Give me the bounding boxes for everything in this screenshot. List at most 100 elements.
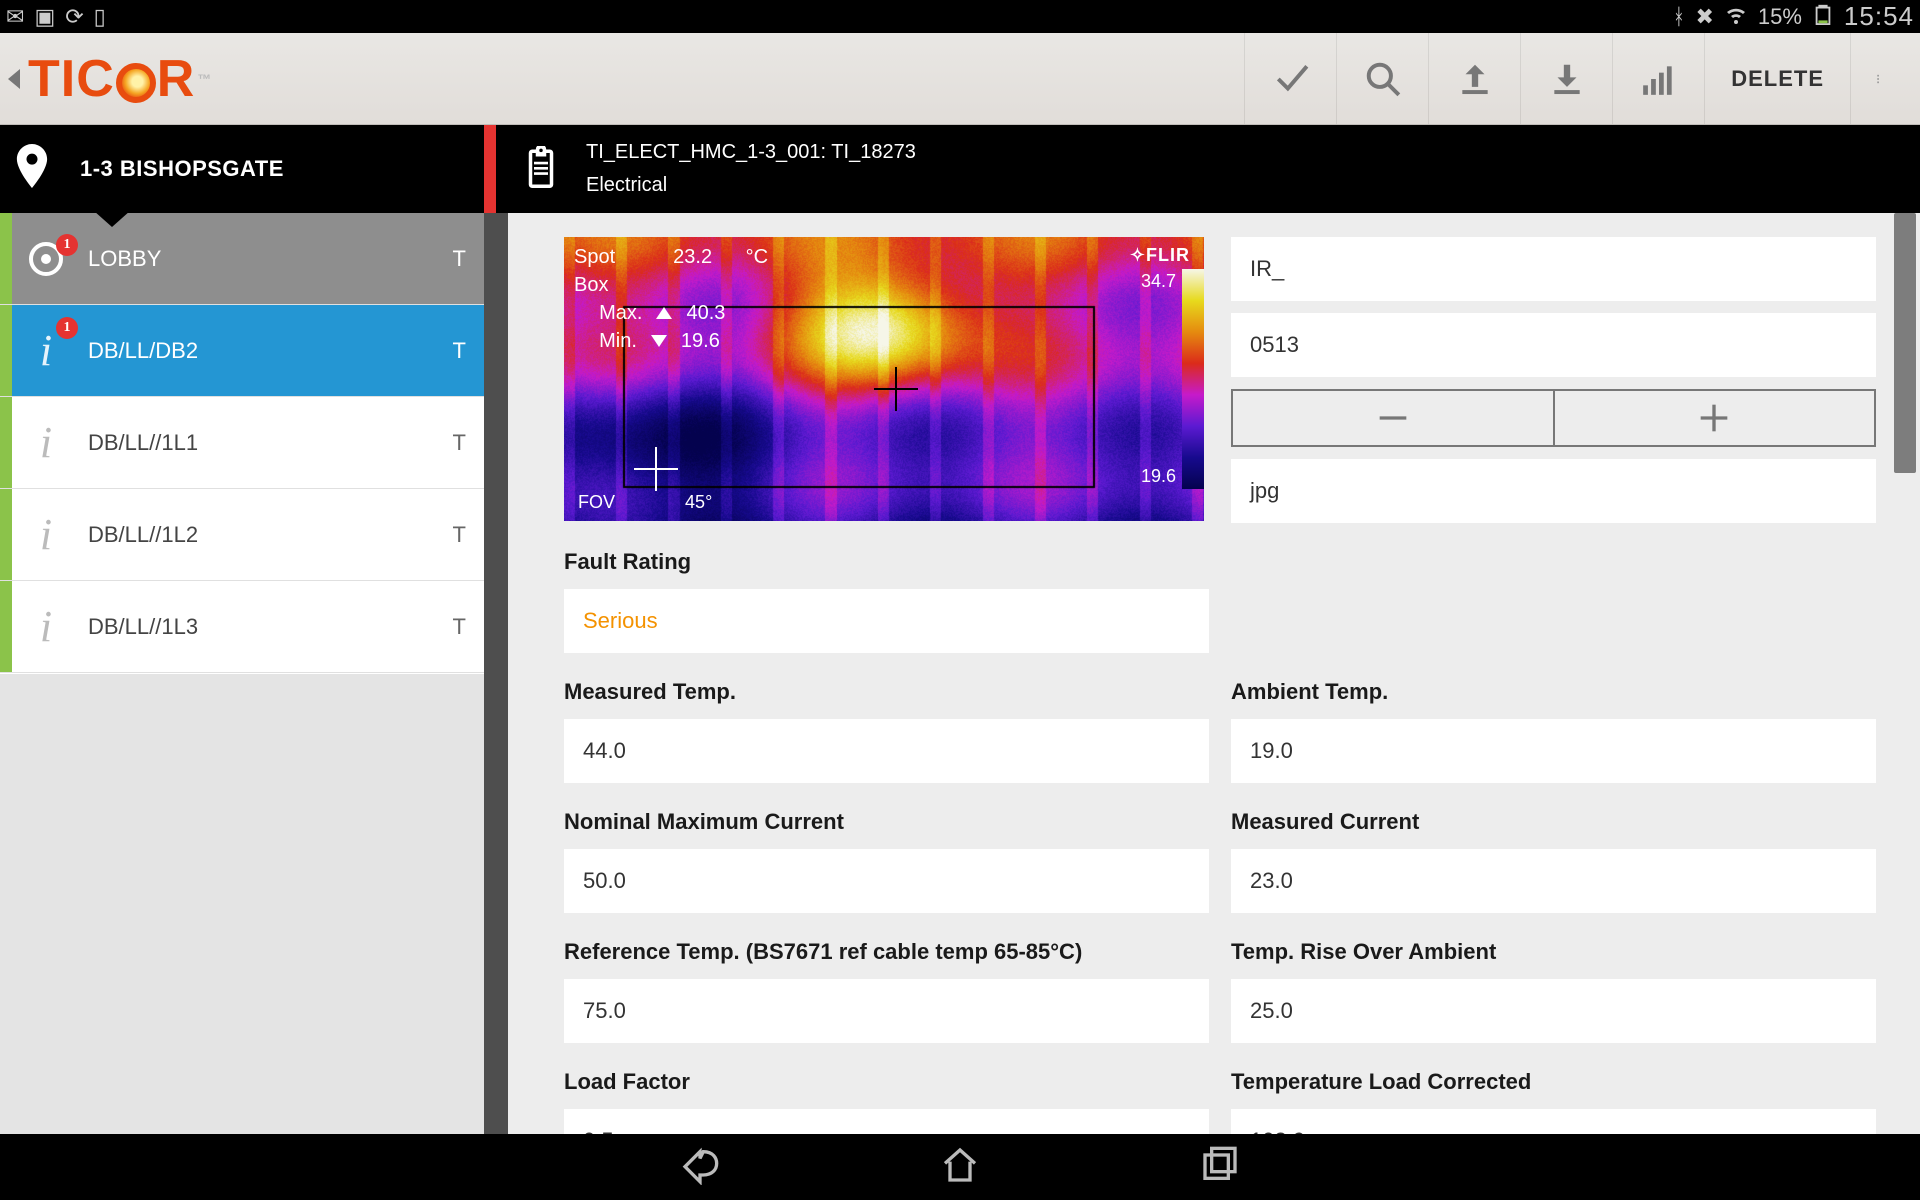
badge: 1 (56, 317, 78, 339)
stripe (0, 397, 12, 488)
info-icon: i (12, 601, 80, 652)
sidebar-tag: T (453, 338, 466, 364)
sidebar-item-label: LOBBY (80, 246, 453, 272)
thermal-image[interactable]: Spot23.2 °C Box Max.40.3 Min.19.6 ✧FLIR … (564, 237, 1204, 521)
sidebar-item-label: DB/LL/DB2 (80, 338, 453, 364)
nav-home-button[interactable] (940, 1145, 980, 1190)
prefix-input[interactable]: IR_ (1231, 237, 1876, 301)
device-icon: ▯ (94, 4, 106, 30)
battery-icon (1812, 1, 1834, 33)
signal-button[interactable] (1612, 33, 1704, 124)
battery-percent: 15% (1758, 4, 1802, 30)
sidebar-item-1l1[interactable]: i DB/LL//1L1 T (0, 397, 484, 489)
record-subtitle: Electrical (586, 174, 916, 197)
delete-button[interactable]: DELETE (1704, 33, 1850, 124)
ext-input[interactable]: jpg (1231, 459, 1876, 523)
brand-o-icon (116, 63, 156, 103)
nav-back-button[interactable] (680, 1145, 720, 1190)
fault-rating-value[interactable]: Serious (564, 589, 1209, 653)
vibrate-icon: ✖ (1695, 4, 1713, 30)
stripe (0, 213, 12, 304)
scale-high: 34.7 (1141, 271, 1176, 292)
android-nav-bar (0, 1134, 1920, 1200)
scrollbar[interactable] (1894, 213, 1916, 473)
app-action-bar: TIC R ™ DELETE (0, 33, 1920, 125)
sidebar-spacer (0, 674, 484, 1135)
stripe (0, 581, 12, 672)
load-factor-label: Load Factor (564, 1069, 1209, 1095)
sidebar-tag: T (453, 430, 466, 456)
nominal-max-current-input[interactable]: 50.0 (564, 849, 1209, 913)
sidebar: 1-3 BISHOPSGATE 1 LOBBY T i 1 DB/LL/DB2 (0, 125, 484, 1134)
email-icon: ✉ (6, 4, 24, 30)
measured-current-input[interactable]: 23.0 (1231, 849, 1876, 913)
location-pin-icon (14, 144, 50, 194)
sidebar-item-label: DB/LL//1L3 (80, 614, 453, 640)
info-icon: i 1 (12, 325, 80, 376)
stripe (0, 489, 12, 580)
stripe (0, 305, 12, 396)
upload-button[interactable] (1428, 33, 1520, 124)
load-factor-input[interactable]: 0.5 (564, 1109, 1209, 1134)
info-icon: i (12, 509, 80, 560)
location-caret-icon (94, 211, 130, 227)
search-button[interactable] (1336, 33, 1428, 124)
sidebar-item-label: DB/LL//1L1 (80, 430, 453, 456)
stepper (1231, 389, 1876, 447)
sidebar-tag: T (453, 246, 466, 272)
serial-input[interactable]: 0513 (1231, 313, 1876, 377)
fov-label: FOV 45° (578, 492, 712, 513)
scale-low: 19.6 (1141, 466, 1176, 487)
measured-temp-label: Measured Temp. (564, 679, 1209, 705)
confirm-button[interactable] (1244, 33, 1336, 124)
temp-load-corrected-input[interactable]: 103.9 (1231, 1109, 1876, 1134)
download-button[interactable] (1520, 33, 1612, 124)
plus-button[interactable] (1555, 391, 1875, 445)
sidebar-item-db2[interactable]: i 1 DB/LL/DB2 T (0, 305, 484, 397)
fault-rating-label: Fault Rating (564, 549, 1209, 575)
clipboard-icon (520, 146, 562, 193)
record-title: TI_ELECT_HMC_1-3_001: TI_18273 (586, 141, 916, 164)
main-area: 1-3 BISHOPSGATE 1 LOBBY T i 1 DB/LL/DB2 (0, 125, 1920, 1134)
temp-load-corrected-label: Temperature Load Corrected (1231, 1069, 1876, 1095)
minus-button[interactable] (1233, 391, 1555, 445)
ambient-temp-label: Ambient Temp. (1231, 679, 1876, 705)
back-chevron-icon[interactable] (8, 69, 20, 89)
sync-icon: ⟳ (65, 4, 83, 30)
brand-logo[interactable]: TIC R ™ (28, 49, 212, 109)
temp-rise-label: Temp. Rise Over Ambient (1231, 939, 1876, 965)
sidebar-item-1l2[interactable]: i DB/LL//1L2 T (0, 489, 484, 581)
location-header[interactable]: 1-3 BISHOPSGATE (0, 125, 484, 213)
red-edge (484, 125, 496, 213)
nominal-max-current-label: Nominal Maximum Current (564, 809, 1209, 835)
temp-rise-input[interactable]: 25.0 (1231, 979, 1876, 1043)
sidebar-item-lobby[interactable]: 1 LOBBY T (0, 213, 484, 305)
thermal-scale (1182, 269, 1204, 489)
nav-recent-button[interactable] (1200, 1145, 1240, 1190)
measured-current-label: Measured Current (1231, 809, 1876, 835)
sidebar-tag: T (453, 614, 466, 640)
form-scroll-area[interactable]: Spot23.2 °C Box Max.40.3 Min.19.6 ✧FLIR … (484, 213, 1920, 1134)
content-header: TI_ELECT_HMC_1-3_001: TI_18273 Electrica… (484, 125, 1920, 213)
location-name: 1-3 BISHOPSGATE (80, 156, 284, 182)
target-icon: 1 (12, 242, 80, 276)
info-icon: i (12, 417, 80, 468)
reference-temp-input[interactable]: 75.0 (564, 979, 1209, 1043)
sidebar-item-1l3[interactable]: i DB/LL//1L3 T (0, 581, 484, 673)
sidebar-item-label: DB/LL//1L2 (80, 522, 453, 548)
clock-time: 15:54 (1844, 1, 1914, 32)
reference-temp-label: Reference Temp. (BS7671 ref cable temp 6… (564, 939, 1209, 965)
sidebar-tag: T (453, 522, 466, 548)
content-panel: TI_ELECT_HMC_1-3_001: TI_18273 Electrica… (484, 125, 1920, 1134)
android-status-bar: ✉ ▣ ⟳ ▯ ᚼ ✖ 15% 15:54 (0, 0, 1920, 33)
flir-logo: ✧FLIR (1130, 245, 1190, 266)
bluetooth-icon: ᚼ (1672, 4, 1685, 30)
image-icon: ▣ (34, 4, 55, 30)
sidebar-list: 1 LOBBY T i 1 DB/LL/DB2 T i DB/LL//1L1 T (0, 213, 484, 674)
badge: 1 (56, 234, 78, 256)
wifi-icon (1724, 2, 1748, 32)
overflow-menu-button[interactable] (1850, 33, 1910, 124)
measured-temp-input[interactable]: 44.0 (564, 719, 1209, 783)
thermal-readout: Spot23.2 °C Box Max.40.3 Min.19.6 (574, 243, 768, 355)
ambient-temp-input[interactable]: 19.0 (1231, 719, 1876, 783)
